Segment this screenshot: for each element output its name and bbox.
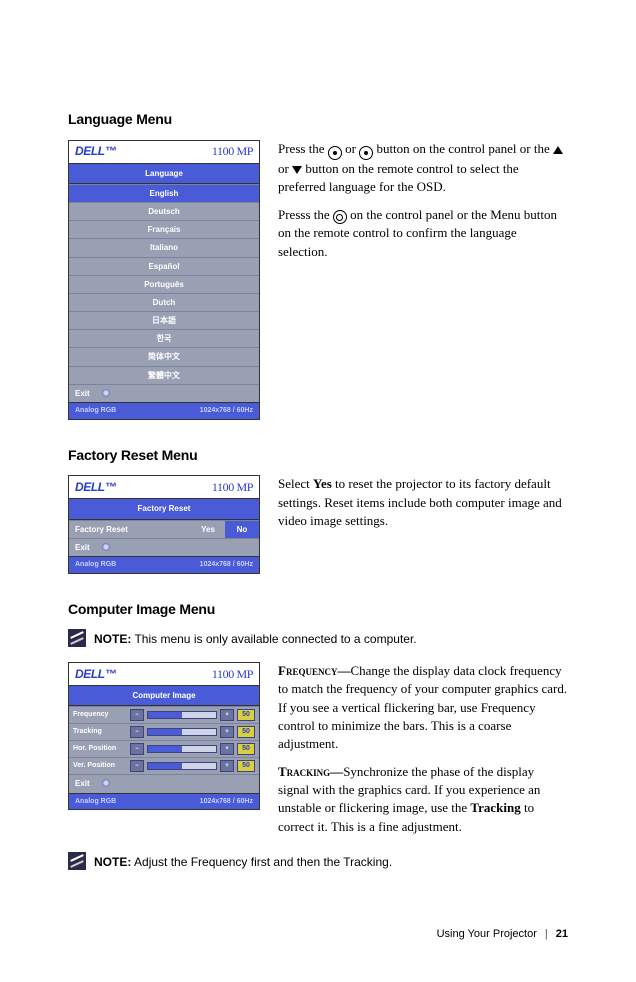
osd-factory-row: Factory Reset Yes No <box>69 520 259 538</box>
circle-dot-icon <box>328 146 342 160</box>
heading-computer: Computer Image Menu <box>68 600 568 620</box>
osd-brand: DELL™ <box>75 666 116 683</box>
osd-lang-item: Deutsch <box>69 202 259 220</box>
osd-model: 1100 MP <box>212 143 253 160</box>
exit-icon <box>102 389 110 397</box>
osd-lang-item: 繁體中文 <box>69 366 259 384</box>
minus-icon: − <box>130 743 144 755</box>
osd-footer-left: Analog RGB <box>75 797 116 807</box>
osd-footer-left: Analog RGB <box>75 560 116 570</box>
triangle-up-icon <box>553 146 563 154</box>
note-text: NOTE: This menu is only available connec… <box>94 629 417 648</box>
osd-lang-item: 简体中文 <box>69 347 259 365</box>
osd-exit: Exit <box>69 538 259 556</box>
osd-lang-item: Español <box>69 257 259 275</box>
osd-slider-row: Frequency − + 50 <box>69 706 259 723</box>
minus-icon: − <box>130 726 144 738</box>
plus-icon: + <box>220 743 234 755</box>
osd-exit: Exit <box>69 774 259 792</box>
plus-icon: + <box>220 760 234 772</box>
computer-description: Frequency—Change the display data clock … <box>278 662 568 846</box>
osd-header: Language <box>69 163 259 184</box>
osd-slider-row: Hor. Position − + 50 <box>69 740 259 757</box>
osd-footer-left: Analog RGB <box>75 406 116 416</box>
osd-slider-row: Ver. Position − + 50 <box>69 757 259 774</box>
exit-icon <box>102 779 110 787</box>
osd-lang-item: Italiano <box>69 238 259 256</box>
osd-exit: Exit <box>69 384 259 402</box>
osd-language-screenshot: DELL™ 1100 MP Language English Deutsch F… <box>68 140 260 420</box>
osd-lang-item: Dutch <box>69 293 259 311</box>
osd-lang-item: 日本語 <box>69 311 259 329</box>
osd-brand: DELL™ <box>75 479 116 496</box>
osd-footer-right: 1024x768 / 60Hz <box>200 560 253 570</box>
plus-icon: + <box>220 709 234 721</box>
page-footer: Using Your Projector|21 <box>68 897 568 942</box>
minus-icon: − <box>130 760 144 772</box>
exit-icon <box>102 543 110 551</box>
heading-language: Language Menu <box>68 110 568 130</box>
osd-factory-screenshot: DELL™ 1100 MP Factory Reset Factory Rese… <box>68 475 260 573</box>
osd-lang-item: English <box>69 184 259 202</box>
osd-lang-item: Français <box>69 220 259 238</box>
plus-icon: + <box>220 726 234 738</box>
osd-model: 1100 MP <box>212 479 253 496</box>
osd-header: Factory Reset <box>69 498 259 519</box>
factory-description: Select Yes to reset the projector to its… <box>278 475 568 540</box>
note-icon <box>68 629 86 647</box>
triangle-down-icon <box>292 166 302 174</box>
osd-computer-screenshot: DELL™ 1100 MP Computer Image Frequency −… <box>68 662 260 810</box>
osd-brand: DELL™ <box>75 143 116 160</box>
note-icon <box>68 852 86 870</box>
osd-model: 1100 MP <box>212 666 253 683</box>
language-description: Press the or button on the control panel… <box>278 140 568 271</box>
minus-icon: − <box>130 709 144 721</box>
osd-header: Computer Image <box>69 685 259 706</box>
osd-lang-item: Português <box>69 275 259 293</box>
heading-factory: Factory Reset Menu <box>68 446 568 466</box>
osd-footer-right: 1024x768 / 60Hz <box>200 406 253 416</box>
circle-ring-icon <box>333 210 347 224</box>
osd-footer-right: 1024x768 / 60Hz <box>200 797 253 807</box>
circle-dot-icon <box>359 146 373 160</box>
osd-slider-row: Tracking − + 50 <box>69 723 259 740</box>
osd-lang-item: 한국 <box>69 329 259 347</box>
note-text: NOTE: Adjust the Frequency first and the… <box>94 852 392 871</box>
